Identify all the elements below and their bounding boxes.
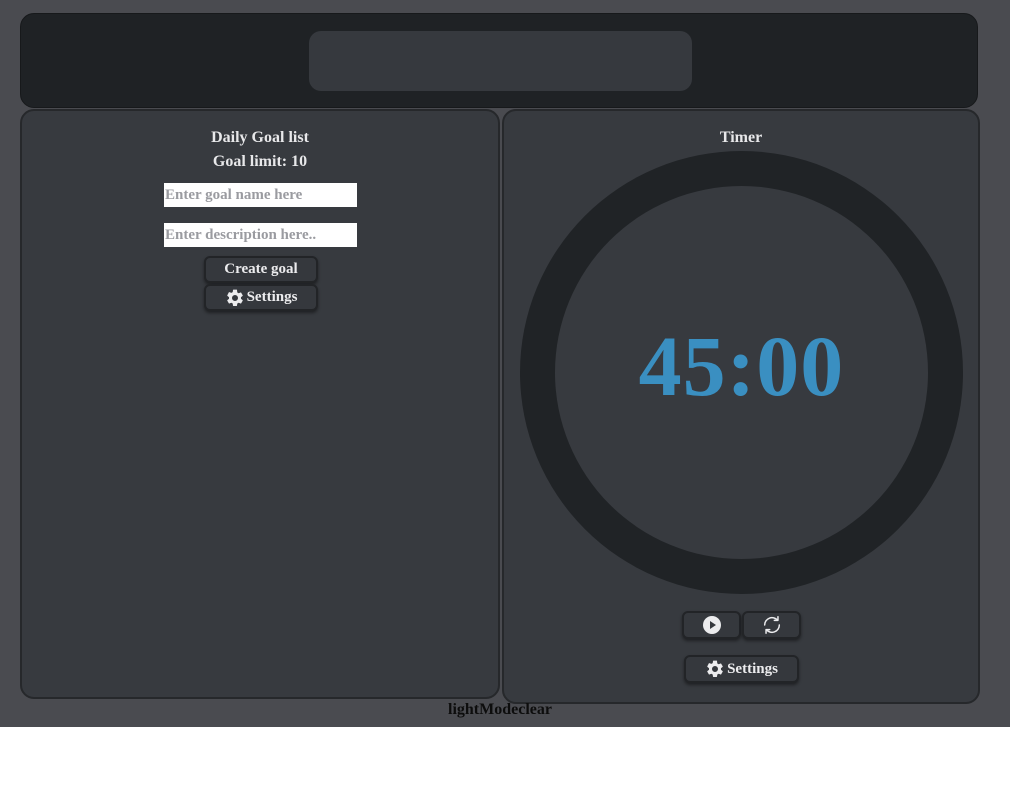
timer-settings-button[interactable]: Settings bbox=[684, 655, 799, 683]
gear-icon bbox=[705, 659, 725, 679]
app-root: Daily Goal list Goal limit: 10 Create go… bbox=[0, 0, 1010, 727]
timer-display: 45:00 bbox=[638, 317, 845, 414]
header-bar bbox=[309, 31, 692, 91]
timer-panel: Timer 45:00 Settings bbox=[502, 109, 980, 704]
create-goal-button[interactable]: Create goal bbox=[204, 256, 318, 283]
goals-settings-button[interactable]: Settings bbox=[204, 284, 318, 311]
goals-settings-label: Settings bbox=[246, 289, 298, 305]
theme-toggle-text[interactable]: lightModeclear bbox=[0, 701, 1000, 719]
play-button[interactable] bbox=[682, 611, 741, 639]
goals-title: Daily Goal list bbox=[211, 129, 309, 146]
goal-description-input[interactable] bbox=[164, 223, 357, 247]
create-goal-label: Create goal bbox=[224, 261, 298, 277]
gear-icon bbox=[225, 288, 245, 308]
goal-name-input[interactable] bbox=[164, 183, 357, 207]
play-icon bbox=[702, 615, 722, 635]
goal-limit-text: Goal limit: 10 bbox=[212, 153, 308, 170]
header bbox=[20, 13, 978, 108]
timer-ring-inner: 45:00 bbox=[555, 186, 928, 559]
timer-ring: 45:00 bbox=[520, 151, 963, 594]
refresh-icon bbox=[761, 614, 783, 636]
timer-settings-label: Settings bbox=[727, 660, 778, 677]
timer-title: Timer bbox=[719, 129, 763, 146]
reset-button[interactable] bbox=[742, 611, 801, 639]
goals-panel: Daily Goal list Goal limit: 10 Create go… bbox=[20, 109, 500, 699]
